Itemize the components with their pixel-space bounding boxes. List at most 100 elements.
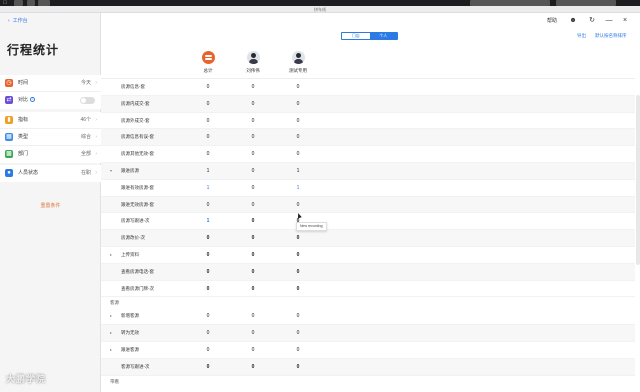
cell-value: 0 xyxy=(251,235,255,242)
cell-value: 0 xyxy=(206,235,210,242)
row-label: 房源改价-次 xyxy=(121,235,145,241)
chevron-right-icon[interactable]: ▸ xyxy=(110,325,112,341)
filter-value: 在职 xyxy=(80,170,91,176)
row-label: 查看房源电话-套 xyxy=(121,268,154,274)
table-row: 房源外成交-套 0 0 0 xyxy=(101,113,635,130)
info-icon[interactable]: i xyxy=(30,97,36,103)
cell-value[interactable]: 1 xyxy=(203,180,213,196)
tooltip: New recording xyxy=(296,222,327,231)
cell-value: 1 xyxy=(206,167,210,174)
cell-value: 1 xyxy=(296,167,300,174)
cell-value: 0 xyxy=(203,387,213,392)
stats-table: 房源信息-套 0 0 0 房源内成交-套 0 0 0 房源外成交-套 0 0 0 房源信息有误-套 0 0 0… xyxy=(101,78,635,392)
cell-value: 0 xyxy=(251,117,255,124)
chevron-right-icon: › xyxy=(95,134,97,140)
toolbar: 帮助 ☻ ↻ — × xyxy=(101,13,640,30)
stats-rows: 房源信息-套 0 0 0 房源内成交-套 0 0 0 房源外成交-套 0 0 0 房源信息有误-套 0 0 0… xyxy=(101,79,635,392)
back-label: 工作台 xyxy=(12,18,28,24)
export-button[interactable]: 导出 xyxy=(577,33,586,39)
cell-value: 0 xyxy=(206,201,210,208)
chevron-right-icon: › xyxy=(95,117,97,123)
column-person[interactable]: 刘伟伟 xyxy=(238,51,268,74)
reset-filters-button[interactable]: 重置条件 xyxy=(0,202,101,211)
segment-personal[interactable]: 个人 xyxy=(369,33,397,39)
filter-type[interactable]: ▦ 类型 综合 › xyxy=(0,129,101,146)
filter-time[interactable]: ◷ 时间 今天 › xyxy=(0,75,101,92)
table-row: 客源写跟进-次 0 0 0 xyxy=(101,358,635,376)
filter-department[interactable]: ▩ 部门 全部 › xyxy=(0,146,101,163)
section-header: 带看 xyxy=(101,376,635,387)
column-person[interactable]: 测试专用 xyxy=(283,51,313,74)
cell-value: 0 xyxy=(296,251,300,258)
cell-value: 0 xyxy=(296,84,300,90)
row-label: 房源信息有误-套 xyxy=(121,134,154,140)
table-row: 查看房源电话-套 0 0 0 xyxy=(101,263,635,281)
cell-value: 0 xyxy=(296,313,300,320)
cell-value: 0 xyxy=(206,346,210,353)
total-icon xyxy=(201,51,215,64)
table-row: 房源信息-套 0 0 0 xyxy=(101,79,635,96)
column-total: 总计 xyxy=(193,51,223,74)
cell-value: 0 xyxy=(206,100,210,107)
view-segment: 门店 个人 xyxy=(341,32,398,40)
section-title: 带看 xyxy=(110,378,119,384)
cell-value: 0 xyxy=(296,268,300,275)
avatar xyxy=(246,51,260,64)
cell-value[interactable]: 1 xyxy=(203,213,213,229)
filter-value: 全部 xyxy=(80,151,91,157)
row-label: 房源其他无效-套 xyxy=(121,151,154,157)
minimize-icon[interactable]: — xyxy=(605,17,613,25)
chevron-right-icon[interactable]: ▸ xyxy=(110,247,112,263)
cell-value[interactable]: 1 xyxy=(293,180,303,196)
cell-value: 0 xyxy=(251,330,255,337)
table-row[interactable]: ▸ 上传资料 0 0 0 xyxy=(101,247,635,264)
cell-value: 0 xyxy=(296,117,300,124)
cell-value: 0 xyxy=(251,167,255,174)
compare-toggle[interactable] xyxy=(80,97,95,104)
chevron-down-icon[interactable]: ▾ xyxy=(110,163,112,179)
row-label: 跟进客源 xyxy=(121,346,139,352)
row-label: 房源外成交-套 xyxy=(121,117,150,123)
chevron-right-icon[interactable]: ▸ xyxy=(110,308,112,324)
section-header: 客源 xyxy=(101,297,635,308)
user-icon[interactable]: ☻ xyxy=(569,17,577,25)
filter-staff-status[interactable]: ● 人员状态 在职 › xyxy=(0,165,101,182)
table-row[interactable]: ▾ 跟进房源 1 0 1 xyxy=(101,162,635,180)
window-title-bar: 拼车线 xyxy=(0,6,640,13)
row-label: 上传资料 xyxy=(121,251,139,257)
scrollbar[interactable] xyxy=(636,95,640,265)
row-label: 新增客源 xyxy=(121,313,139,319)
filter-metrics[interactable]: ▮ 指标 46个 › xyxy=(0,112,101,129)
table-row[interactable]: ▸ 跟进客源 0 0 0 xyxy=(101,342,635,359)
sort-button[interactable]: 默认按名称排序 xyxy=(595,33,627,39)
row-label: 房源内成交-套 xyxy=(121,100,150,106)
cell-value: 0 xyxy=(251,363,255,370)
row-label: 跟进房源 xyxy=(121,167,139,173)
chevron-right-icon[interactable]: ▸ xyxy=(110,342,112,358)
sidebar: ‹ 工作台 行程统计 ◷ 时间 今天 › ⇄ 对比 i ▮ 指标 46个 › ▦ 类… xyxy=(0,13,101,392)
table-row: 跟进有效房源-套 1 0 1 xyxy=(101,180,635,197)
filter-group-staff: ● 人员状态 在职 › xyxy=(0,165,101,182)
section-title: 客源 xyxy=(110,300,119,306)
refresh-icon[interactable]: ↻ xyxy=(588,17,596,25)
close-icon[interactable]: × xyxy=(621,17,629,25)
person-name: 测试专用 xyxy=(289,68,307,73)
cell-value: 0 xyxy=(206,251,210,258)
table-row: 查看房源门牌-次 0 0 0 xyxy=(101,281,635,298)
cell-value: 0 xyxy=(293,387,303,392)
cell-value: 0 xyxy=(251,251,255,258)
chevron-right-icon: › xyxy=(95,151,97,157)
back-button[interactable]: ‹ 工作台 xyxy=(8,17,28,25)
cell-value: 0 xyxy=(206,363,210,370)
table-row: 跟进无效房源-套 0 0 0 xyxy=(101,196,635,214)
cell-value: 0 xyxy=(296,346,300,353)
cell-value: 0 xyxy=(206,330,210,337)
table-row[interactable]: ▸ 新增客源 0 0 0 xyxy=(101,308,635,326)
filter-group-time: ◷ 时间 今天 › ⇄ 对比 i xyxy=(0,75,101,109)
table-row[interactable]: ▸ 转为无效 0 0 0 xyxy=(101,325,635,342)
segment-store[interactable]: 门店 xyxy=(342,33,370,39)
help-button[interactable]: 帮助 xyxy=(547,13,557,29)
cell-value: 0 xyxy=(251,84,255,90)
cell-value: 0 xyxy=(206,285,210,292)
compare-icon: ⇄ xyxy=(5,96,13,104)
